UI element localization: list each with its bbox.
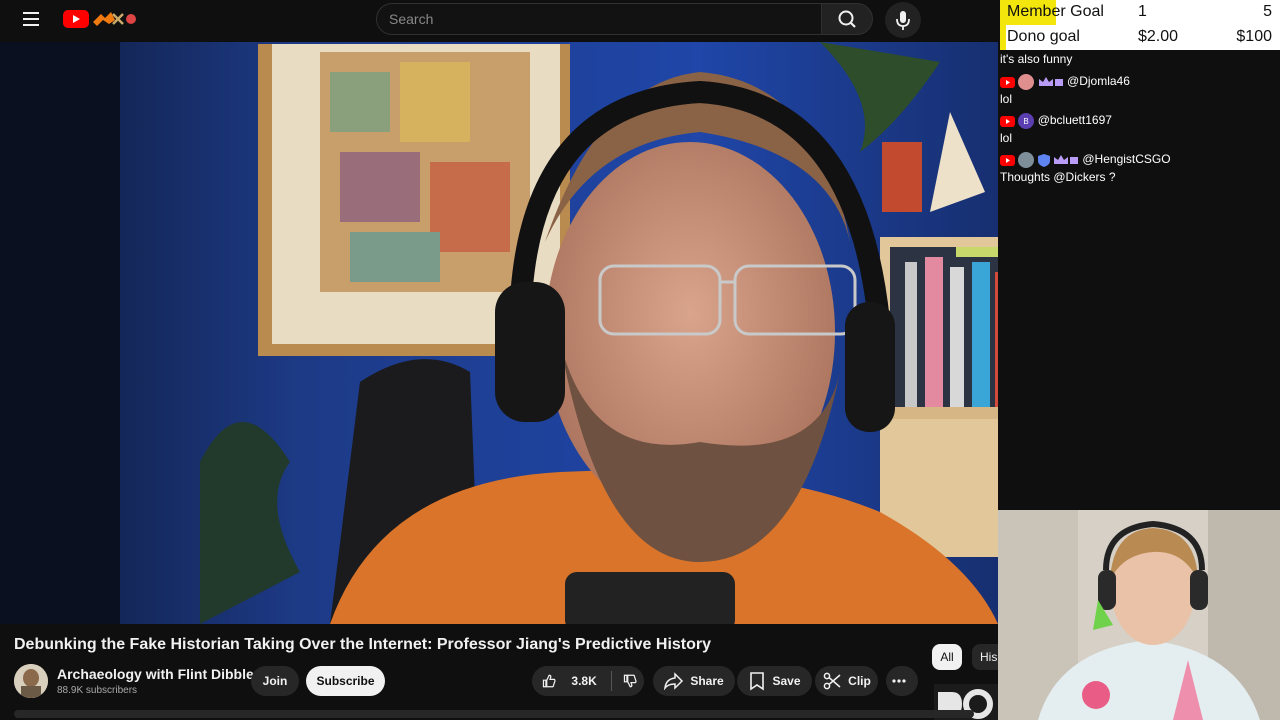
youtube-logo[interactable] xyxy=(63,8,139,30)
share-button[interactable]: Share xyxy=(653,666,735,696)
search-button[interactable] xyxy=(821,3,873,35)
webcam-image xyxy=(998,510,1280,720)
avatar xyxy=(1018,74,1035,90)
dislike-icon[interactable] xyxy=(622,671,638,691)
chat-message-header: B @bcluett1697 xyxy=(1000,113,1112,129)
search-input[interactable] xyxy=(377,4,821,34)
chat-message-header: @HengistCSGO xyxy=(1000,152,1171,168)
chat-username[interactable]: @Djomla46 xyxy=(1067,74,1130,88)
chat-overlay: it's also funny @Djomla46 lol B @bcluett… xyxy=(1000,52,1280,192)
youtube-badge-icon xyxy=(1000,115,1015,127)
save-icon xyxy=(750,672,765,691)
youtube-badge-icon xyxy=(1000,154,1015,166)
subscribe-label: Subscribe xyxy=(316,674,375,688)
like-icon[interactable] xyxy=(541,671,557,691)
clip-button[interactable]: Clip xyxy=(815,666,878,696)
video-player[interactable] xyxy=(0,42,998,624)
divider xyxy=(610,671,612,691)
crown-badge-icon xyxy=(1038,77,1063,86)
chat-message-text: it's also funny xyxy=(1000,52,1073,66)
stream-goals-overlay: Member Goal 1 5 Dono goal $2.00 $100 xyxy=(1000,0,1280,50)
dono-goal-current: $2.00 xyxy=(1138,28,1179,45)
chat-message: lol xyxy=(1000,92,1012,106)
crown-badge-icon xyxy=(1054,155,1079,164)
svg-text:B: B xyxy=(1024,117,1029,126)
video-title: Debunking the Fake Historian Taking Over… xyxy=(14,636,712,653)
chip-next-label: His xyxy=(980,650,998,664)
share-icon xyxy=(664,672,684,690)
avatar xyxy=(1018,152,1035,168)
subscribe-button[interactable]: Subscribe xyxy=(306,666,385,696)
dono-goal-target: $100 xyxy=(1236,28,1272,45)
chat-message: it's also funny xyxy=(1000,52,1072,66)
top-bar xyxy=(0,0,1000,42)
chat-message-header: @Djomla46 xyxy=(1000,74,1130,90)
streamer-webcam xyxy=(998,510,1280,720)
save-label: Save xyxy=(772,674,801,688)
shield-badge-icon xyxy=(1037,153,1050,167)
channel-avatar[interactable] xyxy=(14,664,48,698)
description-box-edge xyxy=(14,710,974,718)
search-box xyxy=(376,3,822,35)
chat-username[interactable]: @bcluett1697 xyxy=(1038,113,1112,127)
member-goal-target: 5 xyxy=(1263,3,1272,20)
save-button[interactable]: Save xyxy=(737,666,812,696)
avatar: B xyxy=(1018,113,1035,129)
join-button[interactable]: Join xyxy=(251,666,299,696)
youtube-watch-page: Member Goal 1 5 Dono goal $2.00 $100 it'… xyxy=(0,0,1280,720)
chip-next[interactable]: His xyxy=(972,644,998,670)
like-count[interactable]: 3.8K xyxy=(571,674,596,688)
chip-all[interactable]: All xyxy=(932,644,962,670)
voice-search-button[interactable] xyxy=(885,2,921,38)
search-icon xyxy=(838,10,856,28)
channel-name[interactable]: Archaeology with Flint Dibble xyxy=(57,666,254,682)
dono-goal-progress-bar xyxy=(1000,25,1006,50)
more-actions-button[interactable] xyxy=(886,666,918,696)
dono-goal-label: Dono goal xyxy=(1007,28,1080,45)
chip-all-label: All xyxy=(940,650,954,664)
member-goal-current: 1 xyxy=(1138,3,1147,20)
member-goal: Member Goal 1 5 xyxy=(1000,0,1280,25)
chat-username[interactable]: @HengistCSGO xyxy=(1082,152,1170,166)
menu-icon[interactable] xyxy=(18,8,44,34)
youtube-badge-icon xyxy=(1000,76,1015,88)
dono-goal: Dono goal $2.00 $100 xyxy=(1000,25,1280,50)
more-icon xyxy=(892,679,906,683)
clip-icon xyxy=(823,672,841,690)
chat-message-text: lol xyxy=(1000,92,1013,106)
mic-icon xyxy=(896,11,910,30)
subscriber-count: 88.9K subscribers xyxy=(57,685,138,696)
video-frame-image xyxy=(0,42,998,624)
chat-message: lol xyxy=(1000,131,1012,145)
join-label: Join xyxy=(262,674,288,688)
clip-label: Clip xyxy=(848,674,871,688)
chat-message: Thoughts @Dickers ? xyxy=(1000,170,1116,184)
chat-message-text: lol xyxy=(1000,131,1013,145)
member-goal-label: Member Goal xyxy=(1007,3,1104,20)
share-label: Share xyxy=(690,674,724,688)
chat-message-text: Thoughts @Dickers ? xyxy=(1000,170,1116,184)
like-dislike-group: 3.8K xyxy=(532,666,644,696)
